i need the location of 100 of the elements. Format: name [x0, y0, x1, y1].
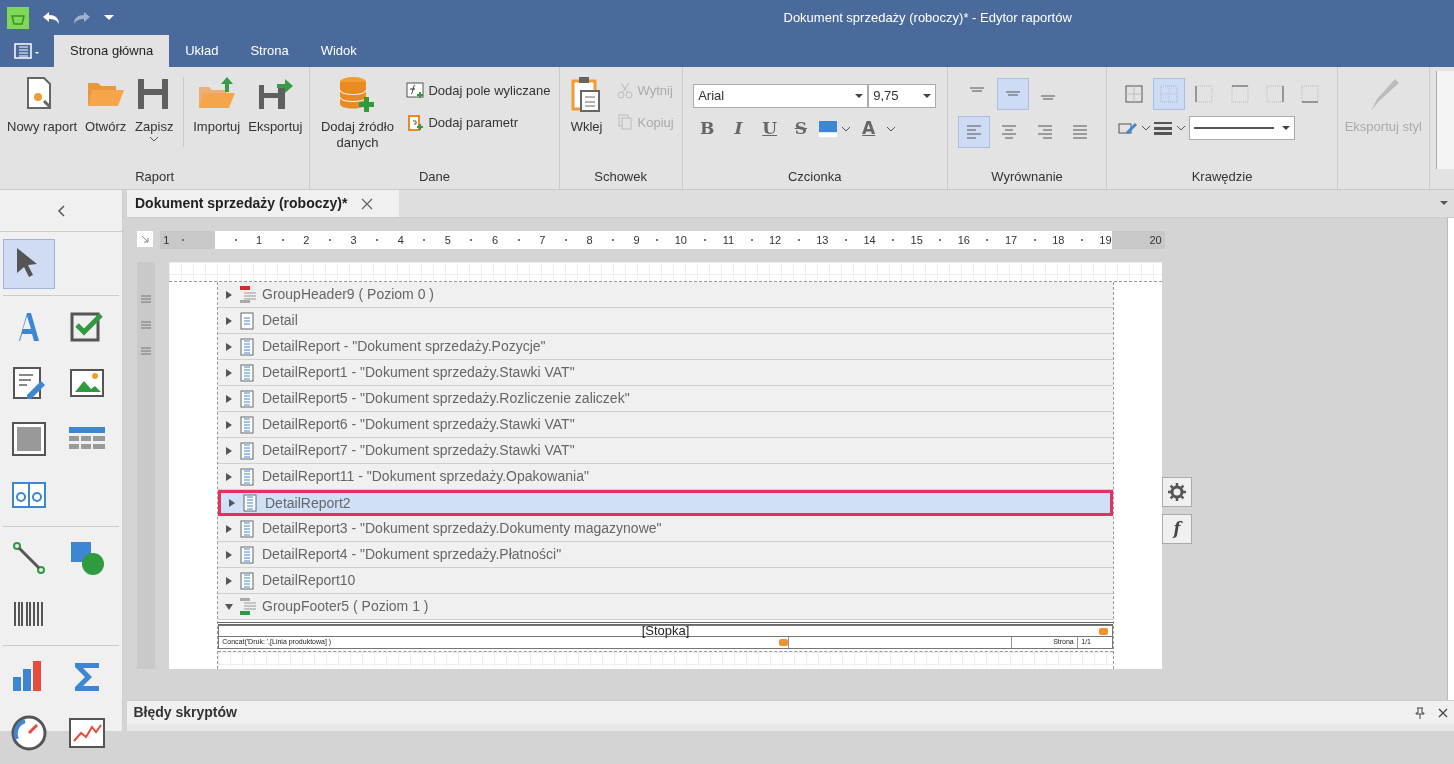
line-width-icon[interactable]	[1154, 121, 1173, 135]
drag-handle-icon[interactable]	[141, 347, 151, 355]
ruler-label: 1	[256, 232, 263, 248]
expand-arrow-icon[interactable]	[224, 445, 234, 456]
footer-title: [Stopka]	[641, 625, 690, 637]
caret-icon[interactable]	[1141, 124, 1152, 132]
expand-arrow-icon[interactable]	[224, 315, 234, 326]
ruler-label: 1	[163, 232, 170, 248]
corner-icon[interactable]	[137, 231, 153, 247]
report-band[interactable]: DetailReport4 - "Dokument sprzedaży.Płatności"	[218, 542, 1113, 568]
tick-icon	[656, 239, 659, 241]
tick-icon	[281, 239, 284, 241]
ruler-label: 2	[303, 232, 310, 248]
close-icon[interactable]	[361, 197, 374, 210]
drag-handle-icon[interactable]	[141, 295, 151, 303]
copy-icon	[615, 113, 634, 132]
report-band[interactable]: DetailReport3 - "Dokument sprzedaży.Dokumenty magazynowe"	[218, 516, 1113, 542]
expand-arrow-icon[interactable]	[224, 367, 234, 378]
font-size-field[interactable]: 9,75	[868, 84, 937, 108]
ribbon-tab[interactable]: Widok	[304, 35, 373, 67]
ribbon-button[interactable]: Wklej	[563, 71, 610, 167]
dropdown-icon[interactable]	[1439, 201, 1448, 206]
tick-icon	[376, 239, 379, 241]
redo-icon[interactable]	[72, 10, 91, 25]
font-name-field[interactable]: Arial	[693, 84, 869, 108]
format-button[interactable]: B	[693, 114, 722, 143]
dropdown-icon	[923, 93, 932, 99]
format-button[interactable]: I	[724, 114, 753, 143]
ruler-label: 4	[397, 232, 404, 248]
dropdown-icon	[855, 93, 864, 99]
drag-handle-icon[interactable]	[141, 321, 151, 329]
expand-arrow-icon[interactable]	[224, 341, 234, 352]
ribbon-tab[interactable]: Strona główna	[54, 35, 170, 67]
report-band[interactable]: GroupFooter5 ( Poziom 1 )	[218, 594, 1113, 620]
format-button[interactable]: S	[786, 114, 815, 143]
highlight-icon[interactable]	[818, 119, 839, 138]
settings-button[interactable]	[1162, 477, 1192, 507]
ruler-label: 10	[674, 232, 687, 248]
align-top-icon	[969, 87, 986, 92]
report-band[interactable]: DetailReport5 - "Dokument sprzedaży.Rozliczenie zaliczek"	[218, 386, 1113, 412]
tick-icon	[1080, 239, 1083, 241]
report-band[interactable]: DetailReport1 - "Dokument sprzedaży.Stawki VAT"	[218, 360, 1113, 386]
expand-arrow-icon[interactable]	[224, 523, 234, 534]
ruler-label: 20	[1149, 232, 1162, 248]
group-footer-icon	[240, 597, 256, 616]
report-band[interactable]: Detail	[218, 308, 1113, 334]
undo-icon[interactable]	[41, 10, 60, 25]
caret-icon[interactable]	[885, 124, 896, 133]
ribbon-button[interactable]: Importuj	[190, 71, 244, 167]
align-middle-icon	[1004, 91, 1021, 96]
format-button[interactable]: U	[755, 114, 784, 143]
line-style-dropdown[interactable]	[1188, 116, 1295, 140]
collapse-icon[interactable]	[57, 204, 65, 217]
group-label: Czcionka	[786, 168, 843, 186]
ribbon-button[interactable]: Otwórz	[82, 71, 130, 167]
ruler-label: 13	[816, 232, 829, 248]
expand-arrow-icon[interactable]	[224, 393, 234, 404]
pin-icon[interactable]	[1414, 706, 1425, 719]
report-band[interactable]: DetailReport11 - "Dokument sprzedaży.Opakowania"	[218, 464, 1113, 490]
app-icon[interactable]	[6, 6, 29, 29]
pointer-tool[interactable]	[3, 238, 56, 289]
expand-arrow-icon[interactable]	[224, 419, 234, 430]
report-band[interactable]: DetailReport2	[218, 490, 1113, 516]
document-tab[interactable]: Dokument sprzedaży (roboczy)*	[127, 190, 399, 217]
ribbon-button[interactable]: Dodaj źródło danych	[314, 71, 401, 167]
caret-icon[interactable]	[841, 124, 852, 133]
ribbon-tab[interactable]: Układ	[169, 35, 235, 67]
ruler-label: 8	[586, 232, 593, 248]
report-band[interactable]: DetailReport10	[218, 568, 1113, 594]
border-icon	[1301, 84, 1320, 103]
font-color-button[interactable]: A	[854, 114, 883, 143]
ribbon-tab[interactable]: Strona	[234, 35, 305, 67]
expand-arrow-icon[interactable]	[224, 289, 234, 300]
report-band[interactable]: DetailReport7 - "Dokument sprzedaży.Stawki VAT"	[218, 438, 1113, 464]
expand-arrow-icon[interactable]	[224, 549, 234, 560]
tick-icon	[182, 239, 185, 241]
ribbon-button[interactable]: Dodaj pole wyliczane	[402, 77, 555, 103]
ribbon-button[interactable]: Zapisz	[131, 71, 178, 167]
function-button[interactable]: f	[1162, 513, 1192, 544]
ribbon-button[interactable]: Nowy raport	[4, 71, 81, 167]
pen-icon[interactable]	[1117, 121, 1138, 135]
caret-icon[interactable]	[1175, 124, 1186, 132]
report-band[interactable]: DetailReport6 - "Dokument sprzedaży.Stawki VAT"	[218, 412, 1113, 438]
dropdown-icon[interactable]	[103, 14, 114, 21]
expand-arrow-icon[interactable]	[227, 498, 237, 508]
expand-arrow-icon[interactable]	[224, 575, 234, 586]
band-icon	[240, 311, 256, 330]
close-icon[interactable]	[1437, 707, 1448, 718]
report-band[interactable]: GroupHeader9 ( Poziom 0 )	[218, 282, 1113, 308]
group-label: Raport	[134, 168, 176, 186]
ruler-label: 12	[769, 232, 782, 248]
report-band[interactable]: DetailReport - "Dokument sprzedaży.Pozycje"	[218, 334, 1113, 360]
expand-arrow-icon[interactable]	[224, 471, 234, 482]
ribbon-button[interactable]: Eksportuj	[245, 71, 306, 167]
menu-icon[interactable]	[14, 43, 40, 59]
border-icon	[1265, 84, 1284, 103]
align-right-icon	[1036, 123, 1053, 141]
ribbon-button[interactable]: Dodaj parametr	[402, 109, 555, 135]
collapse-arrow-icon[interactable]	[224, 601, 234, 612]
border-icon	[1124, 84, 1143, 103]
